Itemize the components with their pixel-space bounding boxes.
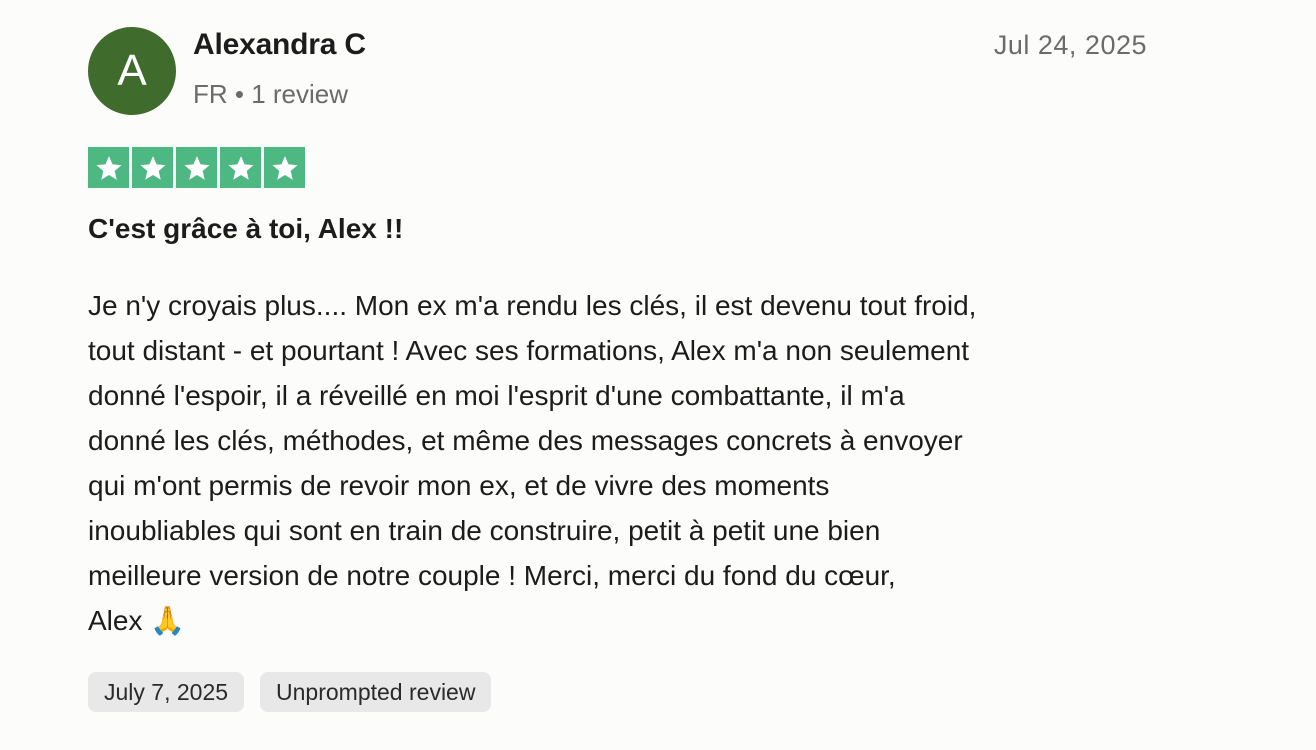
- star-icon: [264, 147, 305, 188]
- star-icon: [132, 147, 173, 188]
- star-icon: [88, 147, 129, 188]
- avatar-initial: A: [117, 46, 147, 95]
- review-body: Je n'y croyais plus.... Mon ex m'a rendu…: [88, 290, 977, 636]
- review-card: A Alexandra C FR • 1 review Jul 24, 2025…: [0, 0, 1316, 750]
- unprompted-review-badge[interactable]: Unprompted review: [260, 672, 492, 712]
- review-date: Jul 24, 2025: [993, 30, 1147, 60]
- author-meta: FR • 1 review: [193, 79, 349, 109]
- review-title: C'est grâce à toi, Alex !!: [88, 213, 404, 244]
- author-name[interactable]: Alexandra C: [193, 28, 366, 62]
- star-rating: [88, 147, 305, 188]
- star-icon: [176, 147, 217, 188]
- avatar[interactable]: A: [88, 27, 176, 115]
- review-tags: July 7, 2025 Unprompted review: [88, 672, 492, 712]
- experience-date-badge: July 7, 2025: [88, 672, 245, 712]
- star-icon: [220, 147, 261, 188]
